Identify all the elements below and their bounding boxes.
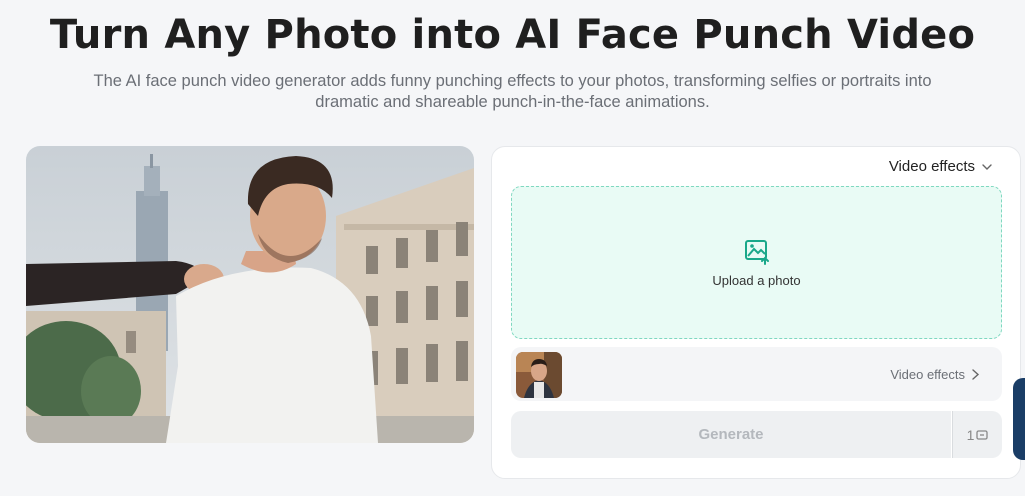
video-effects-link[interactable]: Video effects bbox=[890, 367, 980, 382]
page-subtitle: The AI face punch video generator adds f… bbox=[93, 72, 932, 111]
credit-icon bbox=[976, 429, 989, 440]
upload-photo-label: Upload a photo bbox=[712, 273, 801, 288]
video-effect-selector[interactable]: Video effects bbox=[511, 347, 1002, 401]
video-effects-dropdown[interactable]: Video effects bbox=[889, 158, 993, 175]
effect-thumbnail bbox=[516, 352, 562, 398]
image-upload-icon bbox=[744, 240, 769, 265]
video-effects-dropdown-label: Video effects bbox=[888, 158, 975, 175]
generate-button[interactable]: Generate bbox=[511, 411, 951, 458]
credit-count: 1 bbox=[966, 426, 975, 443]
chevron-right-icon bbox=[972, 369, 980, 380]
upload-photo-dropzone[interactable]: Upload a photo bbox=[511, 186, 1002, 339]
chevron-down-icon bbox=[982, 163, 992, 170]
side-feedback-tab[interactable] bbox=[1013, 378, 1025, 460]
video-effects-row-label: Video effects bbox=[890, 367, 965, 382]
credit-cost: 1 bbox=[952, 411, 1002, 458]
page-title: Turn Any Photo into AI Face Punch Video bbox=[49, 12, 976, 58]
generator-panel: Video effects Upload a photo Video effec… bbox=[491, 146, 1021, 479]
example-preview-image bbox=[26, 146, 474, 443]
